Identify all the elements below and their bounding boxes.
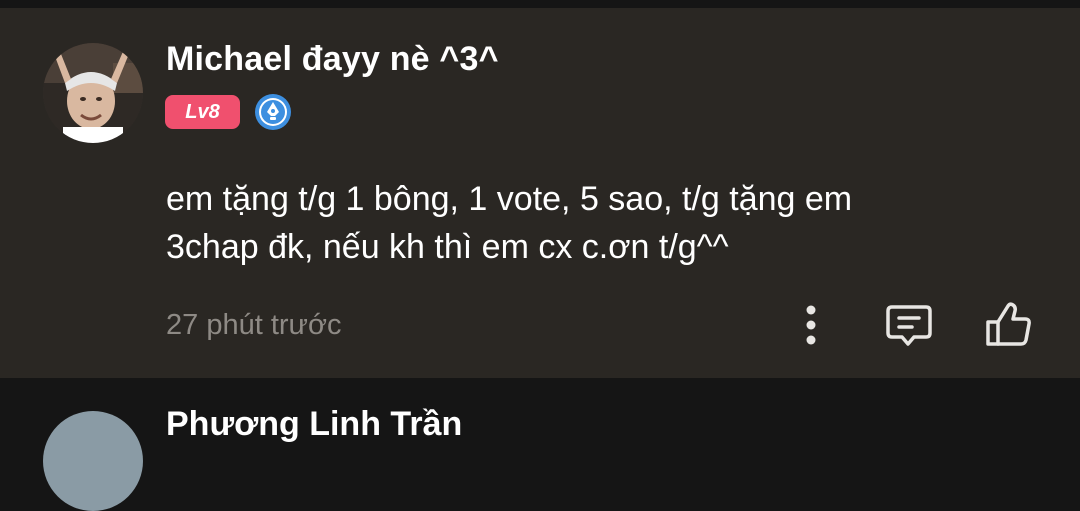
comment-text-line: em tặng t/g 1 bông, 1 vote, 5 sao, t/g t…	[166, 180, 853, 218]
comment-text: em tặng t/g 1 bông, 1 vote, 5 sao, t/g t…	[166, 175, 1026, 271]
top-separator	[0, 0, 1080, 8]
next-comment-username[interactable]: Phương Linh Trần	[166, 405, 462, 444]
next-comment-avatar[interactable]	[43, 411, 143, 511]
pen-nib-icon	[255, 94, 291, 130]
more-icon[interactable]	[797, 302, 825, 348]
like-icon[interactable]	[984, 300, 1034, 348]
next-comment-row	[0, 378, 1080, 428]
avatar[interactable]	[43, 43, 143, 143]
level-badge: Lv8	[165, 95, 240, 129]
avatar-photo	[43, 43, 143, 143]
comment-text-line: 3chap đk, nếu kh thì em cx c.ơn t/g^^	[166, 228, 729, 266]
comment-username[interactable]: Michael đayy nè ^3^	[166, 40, 499, 79]
comment-timestamp: 27 phút trước	[166, 309, 342, 341]
reply-icon[interactable]	[884, 302, 934, 348]
